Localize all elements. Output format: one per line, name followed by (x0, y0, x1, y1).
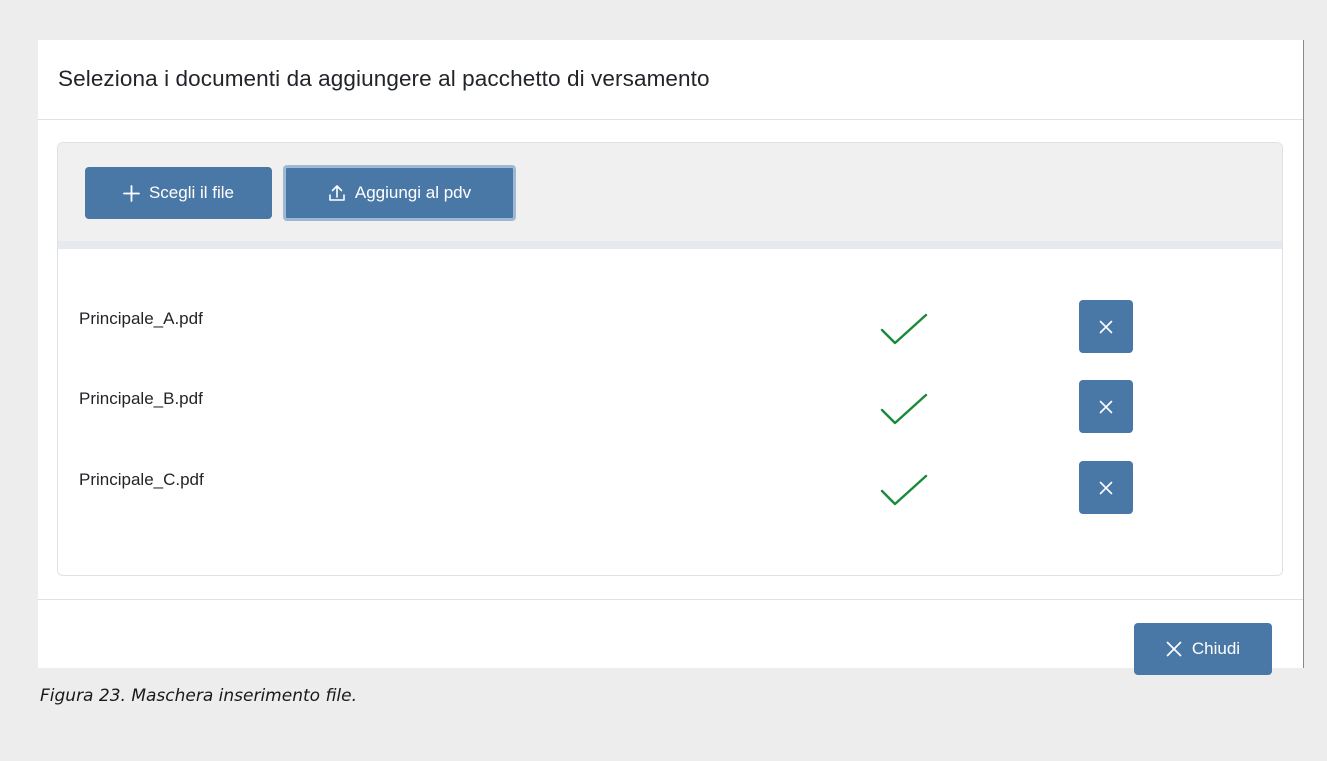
remove-file-button[interactable] (1079, 461, 1133, 514)
check-icon (880, 313, 928, 345)
file-upload-panel: Scegli il file Aggiungi al pdv Principal… (57, 142, 1283, 576)
check-icon (880, 393, 928, 425)
add-to-pdv-button[interactable]: Aggiungi al pdv (283, 165, 516, 221)
close-label: Chiudi (1191, 639, 1241, 658)
file-row: Principale_C.pdf (58, 461, 1282, 540)
file-name: Principale_C.pdf (79, 470, 204, 489)
file-name: Principale_B.pdf (79, 389, 203, 408)
check-icon (880, 474, 928, 506)
file-name: Principale_A.pdf (79, 309, 203, 328)
add-to-pdv-label: Aggiungi al pdv (354, 183, 472, 202)
upload-toolbar: Scegli il file Aggiungi al pdv (58, 143, 1282, 249)
close-icon (1099, 320, 1113, 333)
dialog-header: Seleziona i documenti da aggiungere al p… (38, 40, 1303, 120)
remove-file-button[interactable] (1079, 380, 1133, 433)
plus-icon (123, 184, 140, 202)
figure-caption: Figura 23. Maschera inserimento file. (40, 686, 358, 706)
remove-file-button[interactable] (1079, 300, 1133, 353)
close-icon (1166, 641, 1182, 657)
file-row: Principale_A.pdf (58, 300, 1282, 379)
close-icon (1099, 481, 1113, 494)
dialog-footer: Chiudi (38, 599, 1303, 675)
choose-file-button[interactable]: Scegli il file (85, 167, 272, 219)
close-button[interactable]: Chiudi (1134, 623, 1272, 675)
dialog-title: Seleziona i documenti da aggiungere al p… (58, 66, 710, 91)
choose-file-label: Scegli il file (148, 183, 235, 202)
upload-icon (328, 184, 346, 202)
toolbar-divider (58, 241, 1282, 249)
close-icon (1099, 400, 1113, 413)
upload-dialog: Seleziona i documenti da aggiungere al p… (38, 40, 1304, 675)
file-row: Principale_B.pdf (58, 380, 1282, 459)
